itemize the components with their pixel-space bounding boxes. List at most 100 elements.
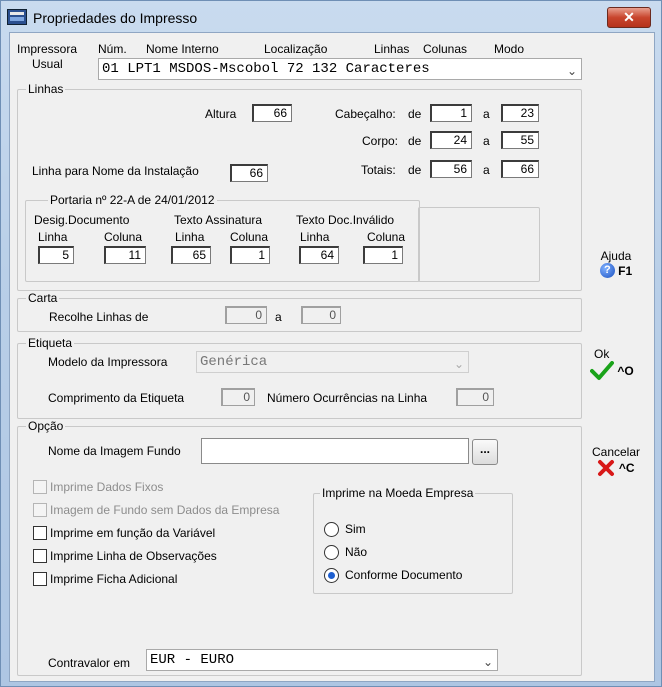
portaria-side-panel [418, 207, 540, 282]
corpo-de-input[interactable]: 24 [430, 131, 472, 149]
desig-linha-label: Linha [38, 230, 68, 244]
assin-coluna-input[interactable]: 1 [230, 246, 270, 264]
cabecalho-a-input[interactable]: 23 [501, 104, 539, 122]
nome-instalacao-input[interactable]: 66 [230, 164, 268, 182]
linhas-group: Linhas Altura 66 Cabeçalho: de 1 a 23 Co… [17, 82, 582, 291]
cancel-x-icon [598, 460, 615, 476]
desig-documento-label: Desig.Documento [34, 213, 130, 227]
checkbox-funcao-variavel-label: Imprime em função da Variável [50, 526, 216, 540]
opcao-group: Opção Nome da Imagem Fundo ... Imprime D… [17, 419, 582, 676]
carta-de-input[interactable]: 0 [225, 306, 267, 324]
help-button[interactable]: Ajuda ? F1 [590, 249, 642, 289]
ok-button-label: Ok [594, 347, 610, 361]
printer-select-value: 01 LPT1 MSDOS-Mscobol 72 132 Caracteres [102, 61, 430, 77]
corpo-a-input[interactable]: 55 [501, 131, 539, 149]
dialog-body: Impressora Usual Núm. Nome Interno Local… [9, 32, 655, 682]
radio-conforme-documento[interactable] [324, 568, 339, 583]
checkbox-funcao-variavel[interactable] [33, 526, 47, 540]
comprimento-label: Comprimento da Etiqueta [48, 391, 185, 405]
imagem-fundo-label: Nome da Imagem Fundo [48, 444, 181, 458]
recolhe-label: Recolhe Linhas de [49, 310, 149, 324]
corpo-a-label: a [483, 134, 490, 148]
help-shortcut: F1 [618, 263, 633, 278]
linhas-header: Linhas [374, 42, 410, 56]
radio-sim[interactable] [324, 522, 339, 537]
imagem-fundo-input[interactable] [201, 438, 469, 464]
ok-button[interactable]: Ok ^O [590, 347, 642, 389]
contravalor-select[interactable]: EUR - EURO ⌄ [146, 649, 498, 671]
inval-coluna-input[interactable]: 1 [363, 246, 403, 264]
corpo-label: Corpo: [362, 134, 399, 148]
usual-label: Usual [32, 57, 63, 71]
opcao-legend: Opção [26, 419, 66, 433]
modelo-select-value: Genérica [200, 354, 268, 370]
checkbox-linha-observacoes[interactable] [33, 549, 47, 563]
totais-de-input[interactable]: 56 [430, 160, 472, 178]
carta-group: Carta Recolhe Linhas de 0 a 0 [17, 291, 582, 332]
browse-button[interactable]: ... [472, 439, 498, 465]
modelo-select[interactable]: Genérica ⌄ [196, 351, 469, 373]
desig-linha-input[interactable]: 5 [38, 246, 74, 264]
assin-linha-input[interactable]: 65 [171, 246, 211, 264]
modo-header: Modo [494, 42, 525, 56]
checkbox-fundo-sem-dados-label: Imagem de Fundo sem Dados da Empresa [50, 503, 280, 517]
ocorrencias-label: Número Ocurrências na Linha [267, 391, 428, 405]
ocorrencias-input[interactable]: 0 [456, 388, 494, 406]
colunas-header: Colunas [423, 42, 468, 56]
chevron-down-icon[interactable]: ⌄ [454, 354, 464, 372]
cancel-button-label: Cancelar [591, 445, 641, 459]
window-title: Propriedades do Impresso [33, 10, 198, 26]
cabecalho-de-input[interactable]: 1 [430, 104, 472, 122]
printer-select[interactable]: 01 LPT1 MSDOS-Mscobol 72 132 Caracteres … [98, 58, 582, 80]
cab-a-label: a [483, 107, 490, 121]
checkbox-dados-fixos[interactable] [33, 480, 47, 494]
altura-label: Altura [205, 107, 237, 121]
desig-coluna-input[interactable]: 11 [104, 246, 146, 264]
title-bar[interactable]: Propriedades do Impresso ✕ [1, 1, 661, 31]
inval-linha-label: Linha [300, 230, 330, 244]
chevron-down-icon[interactable]: ⌄ [483, 652, 493, 670]
inval-coluna-label: Coluna [367, 230, 406, 244]
checkmark-icon [590, 361, 614, 380]
nome-instalacao-label: Linha para Nome da Instalação [32, 164, 199, 178]
altura-input[interactable]: 66 [252, 104, 292, 122]
ok-shortcut: ^O [617, 364, 634, 378]
inval-linha-input[interactable]: 64 [299, 246, 339, 264]
portaria-legend: Portaria nº 22-A de 24/01/2012 [48, 193, 217, 207]
nome-interno-header: Nome Interno [146, 42, 219, 56]
checkbox-fundo-sem-dados[interactable] [33, 503, 47, 517]
desig-coluna-label: Coluna [104, 230, 143, 244]
carta-a-input[interactable]: 0 [301, 306, 341, 324]
etiqueta-legend: Etiqueta [26, 336, 75, 350]
cab-de-label: de [408, 107, 422, 121]
carta-a-label: a [275, 310, 282, 324]
num-header: Núm. [98, 42, 127, 56]
impressora-label: Impressora [17, 42, 78, 56]
checkbox-ficha-adicional[interactable] [33, 572, 47, 586]
chevron-down-icon[interactable]: ⌄ [563, 61, 577, 79]
radio-nao-label: Não [345, 545, 368, 559]
cancel-shortcut: ^C [618, 461, 635, 475]
corpo-de-label: de [408, 134, 422, 148]
checkbox-linha-observacoes-label: Imprime Linha de Observações [50, 549, 217, 563]
totais-de-label: de [408, 163, 422, 177]
cancel-button[interactable]: Cancelar ^C [585, 445, 647, 487]
radio-conforme-documento-label: Conforme Documento [345, 568, 463, 582]
comprimento-input[interactable]: 0 [221, 388, 255, 406]
assin-linha-label: Linha [175, 230, 205, 244]
app-icon [7, 9, 27, 25]
help-button-label: Ajuda [600, 249, 632, 263]
texto-invalido-label: Texto Doc.Inválido [296, 213, 395, 227]
radio-sim-label: Sim [345, 522, 366, 536]
totais-label: Totais: [361, 163, 396, 177]
contravalor-select-value: EUR - EURO [150, 652, 235, 668]
moeda-legend: Imprime na Moeda Empresa [320, 486, 476, 500]
dialog-window: Propriedades do Impresso ✕ Impressora Us… [0, 0, 662, 687]
totais-a-input[interactable]: 66 [501, 160, 539, 178]
radio-nao[interactable] [324, 545, 339, 560]
localizacao-header: Localização [264, 42, 328, 56]
carta-legend: Carta [26, 291, 60, 305]
portaria-group: Portaria nº 22-A de 24/01/2012 Desig.Doc… [25, 193, 420, 282]
texto-assinatura-label: Texto Assinatura [174, 213, 263, 227]
close-button[interactable]: ✕ [607, 7, 651, 28]
